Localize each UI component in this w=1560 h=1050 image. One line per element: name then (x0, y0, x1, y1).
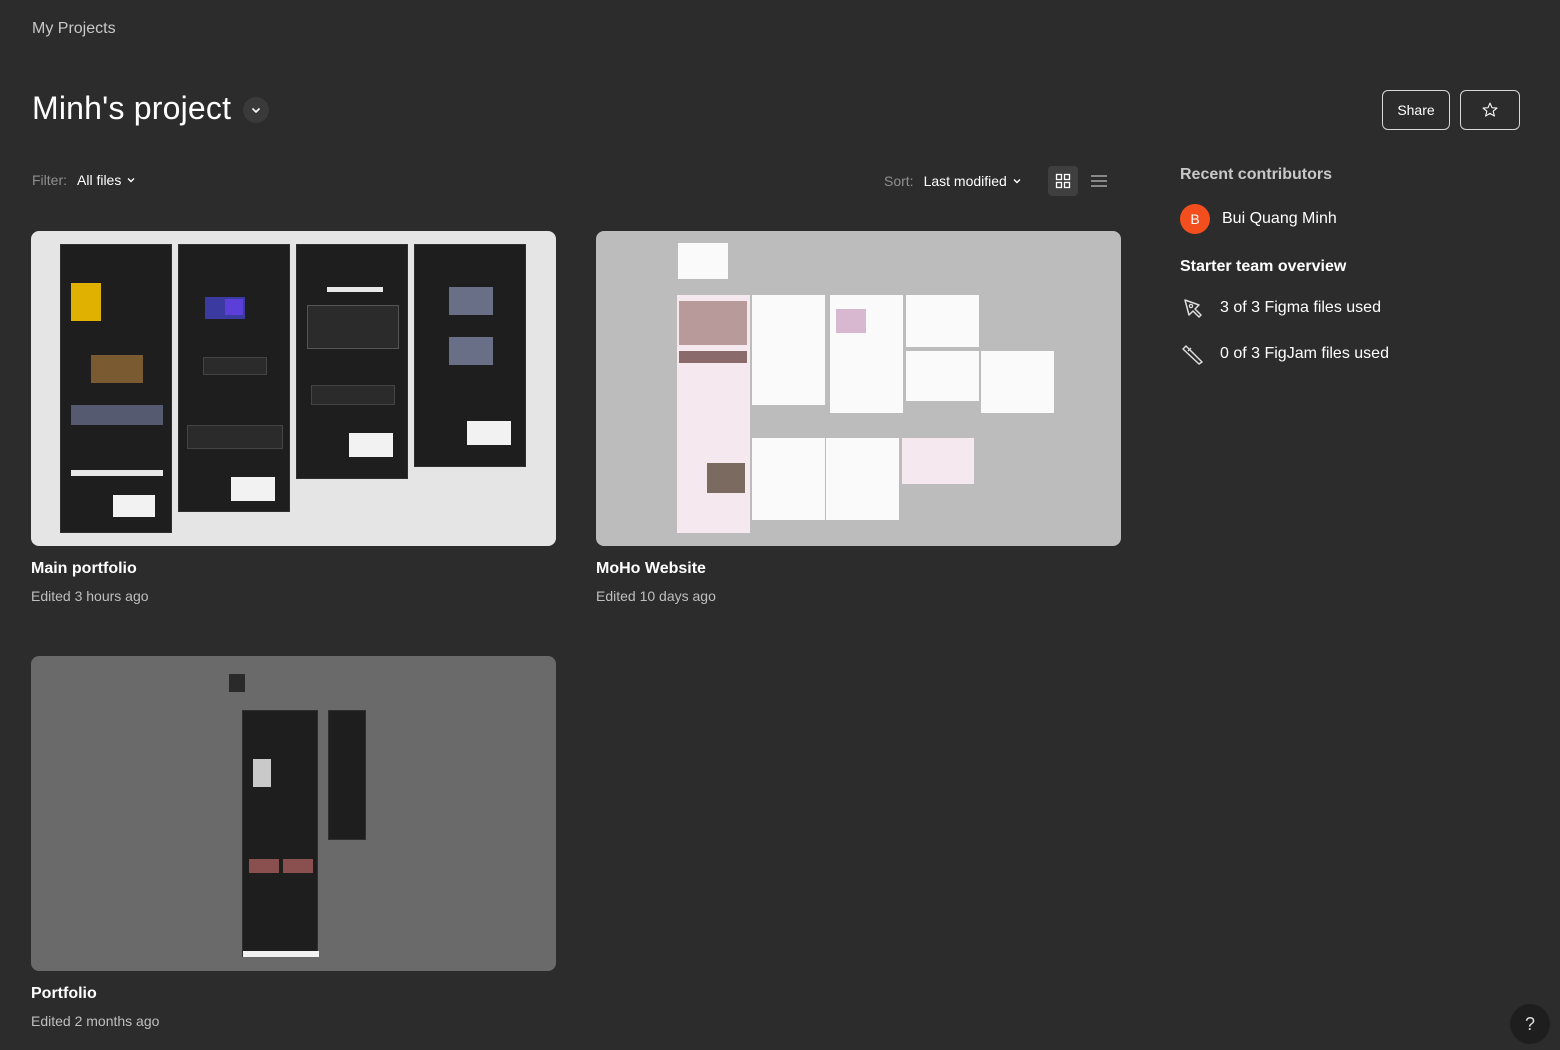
thumbnail-image (283, 859, 313, 873)
chevron-down-icon (252, 107, 261, 113)
thumbnail-frame (826, 438, 899, 520)
filter-label: Filter: (32, 172, 67, 188)
file-thumbnail[interactable] (31, 231, 556, 546)
star-icon (1482, 102, 1498, 117)
thumbnail-frame (752, 438, 825, 520)
thumbnail-block (349, 433, 393, 457)
file-name[interactable]: Portfolio (31, 985, 556, 1003)
project-sidebar: Recent contributors B Bui Quang Minh Sta… (1180, 166, 1520, 366)
marker-icon (1182, 345, 1203, 365)
thumbnail-image (679, 301, 747, 345)
chevron-down-icon (127, 178, 135, 183)
starter-team-overview-heading: Starter team overview (1180, 258, 1347, 275)
thumbnail-image (836, 309, 866, 333)
thumbnail-block (311, 385, 395, 405)
file-thumbnail[interactable] (596, 231, 1121, 546)
contributor-name: Bui Quang Minh (1222, 210, 1337, 227)
file-name[interactable]: Main portfolio (31, 560, 556, 578)
sort-dropdown[interactable]: Last modified (924, 173, 1022, 189)
project-menu-button[interactable] (243, 96, 270, 123)
thumbnail-image (249, 859, 279, 873)
thumbnail-block (679, 351, 747, 363)
thumbnail-image (449, 337, 493, 365)
thumbnail-frame (328, 710, 366, 840)
breadcrumb[interactable]: My Projects (32, 20, 116, 38)
list-view-button[interactable] (1084, 166, 1114, 196)
thumbnail-block (229, 674, 245, 692)
thumbnail-frame (296, 244, 408, 479)
view-toggle (1047, 166, 1114, 196)
top-actions: Share (1382, 90, 1520, 130)
file-edited-time: Edited 2 months ago (31, 1013, 160, 1029)
filter-value: All files (77, 172, 122, 188)
file-edited-time: Edited 3 hours ago (31, 588, 149, 604)
thumbnail-frame (178, 244, 290, 512)
thumbnail-frame (906, 351, 979, 401)
grid-icon (1055, 173, 1071, 189)
thumbnail-block (231, 477, 275, 501)
thumbnail-block (71, 470, 163, 476)
sort-value: Last modified (923, 173, 1007, 189)
file-card-moho-website[interactable]: MoHo Website Edited 10 days ago (596, 231, 1121, 604)
thumbnail-image (91, 355, 143, 383)
thumbnail-image (71, 405, 163, 425)
thumbnail-frame (902, 438, 974, 484)
thumbnail-block (243, 951, 319, 957)
file-edited-time: Edited 10 days ago (596, 588, 716, 604)
grid-view-button[interactable] (1047, 166, 1078, 196)
figjam-usage-text: 0 of 3 FigJam files used (1220, 345, 1389, 362)
thumbnail-image (71, 283, 101, 321)
thumbnail-frame (906, 295, 979, 347)
thumbnail-image (225, 299, 243, 315)
filter-dropdown[interactable]: All files (77, 172, 136, 188)
pen-tool-icon (1184, 299, 1202, 318)
thumbnail-block (307, 305, 399, 349)
thumbnail-image (678, 243, 728, 279)
thumbnail-image (449, 287, 493, 315)
favorite-button[interactable] (1460, 90, 1520, 130)
thumbnail-frame (677, 295, 750, 533)
figjam-files-usage: 0 of 3 FigJam files used (1180, 342, 1520, 366)
thumbnail-frame (242, 710, 319, 957)
thumbnail-frame (830, 295, 903, 413)
help-button[interactable]: ? (1510, 1004, 1550, 1044)
thumbnail-image (253, 759, 271, 787)
list-icon (1090, 175, 1107, 187)
thumbnail-block (327, 287, 383, 292)
figma-files-usage: 3 of 3 Figma files used (1180, 296, 1520, 320)
project-title-row: Minh's project (32, 90, 270, 127)
filter-control: Filter: All files (32, 172, 136, 188)
share-button[interactable]: Share (1382, 90, 1450, 130)
thumbnail-block (203, 357, 267, 375)
chevron-down-icon (1013, 179, 1021, 184)
thumbnail-frame (60, 244, 172, 533)
thumbnail-frame (752, 295, 825, 405)
usage-list: 3 of 3 Figma files used 0 of 3 FigJam fi… (1180, 296, 1520, 366)
file-card-main-portfolio[interactable]: Main portfolio Edited 3 hours ago (31, 231, 556, 604)
page-title: Minh's project (32, 90, 232, 126)
thumbnail-block (187, 425, 283, 449)
recent-contributors-heading: Recent contributors (1180, 166, 1333, 183)
sort-control: Sort: Last modified (884, 166, 1114, 196)
thumbnail-frame (981, 351, 1054, 413)
avatar: B (1180, 204, 1210, 234)
help-icon: ? (1524, 1013, 1535, 1034)
sort-label: Sort: (884, 173, 914, 189)
thumbnail-frame (414, 244, 526, 467)
thumbnail-block (467, 421, 511, 445)
file-card-portfolio[interactable]: Portfolio Edited 2 months ago (31, 656, 556, 1029)
thumbnail-image (707, 463, 745, 493)
file-thumbnail[interactable] (31, 656, 556, 971)
figma-usage-text: 3 of 3 Figma files used (1220, 299, 1381, 316)
contributor-item[interactable]: B Bui Quang Minh (1180, 204, 1520, 234)
file-name[interactable]: MoHo Website (596, 560, 1121, 578)
thumbnail-block (113, 495, 155, 517)
